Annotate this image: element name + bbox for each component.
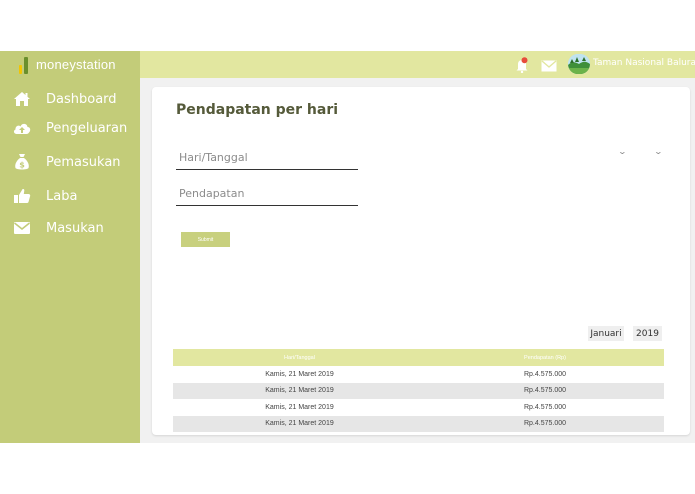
sidebar-item-masukan[interactable]: Masukan: [12, 218, 104, 238]
cell-income: Rp.4.575.000: [426, 415, 664, 432]
svg-text:$: $: [19, 161, 25, 170]
submit-button[interactable]: Submit: [181, 232, 230, 247]
sidebar-item-label: Dashboard: [46, 91, 117, 107]
thumbs-up-icon: [12, 187, 32, 205]
cell-income: Rp.4.575.000: [426, 382, 664, 399]
sidebar-item-label: Laba: [46, 188, 78, 204]
cell-date: Kamis, 21 Maret 2019: [173, 382, 426, 399]
brand-name: moneystation: [36, 57, 116, 72]
brand[interactable]: moneystation: [0, 51, 140, 78]
money-bag-icon: $: [12, 153, 32, 171]
messages-envelope-icon[interactable]: [541, 59, 557, 72]
content-card: Pendapatan per hari Submit ⌄ ⌄ Januari 2…: [152, 87, 690, 435]
chevron-down-icon[interactable]: ⌄: [618, 147, 627, 156]
table-row: Kamis, 21 Maret 2019 Rp.4.575.000: [173, 415, 664, 432]
table-row: Kamis, 21 Maret 2019 Rp.4.575.000: [173, 399, 664, 416]
sidebar-item-label: Masukan: [46, 220, 104, 236]
brand-logo-icon: [19, 56, 33, 74]
cell-date: Kamis, 21 Maret 2019: [173, 399, 426, 416]
user-avatar[interactable]: [568, 54, 590, 74]
sidebar: moneystation Dashboard Pengeluaran $ Pem…: [0, 51, 140, 443]
home-icon: [12, 90, 32, 108]
chevron-down-icon[interactable]: ⌄: [654, 147, 663, 156]
cell-date: Kamis, 21 Maret 2019: [173, 415, 426, 432]
user-name[interactable]: Taman Nasional Baluran: [593, 58, 695, 68]
sidebar-item-dashboard[interactable]: Dashboard: [12, 89, 117, 109]
sidebar-item-pemasukan[interactable]: $ Pemasukan: [12, 152, 121, 172]
table-header-row: Hari/Tanggal Pendapatan (Rp): [173, 349, 664, 366]
income-table: Hari/Tanggal Pendapatan (Rp) Kamis, 21 M…: [173, 349, 664, 432]
app-window: moneystation Dashboard Pengeluaran $ Pem…: [0, 51, 695, 443]
year-select[interactable]: 2019: [633, 326, 662, 341]
sidebar-item-label: Pemasukan: [46, 154, 121, 170]
table-row: Kamis, 21 Maret 2019 Rp.4.575.000: [173, 366, 664, 383]
column-header-income: Pendapatan (Rp): [426, 349, 664, 366]
cell-income: Rp.4.575.000: [426, 366, 664, 383]
cell-date: Kamis, 21 Maret 2019: [173, 366, 426, 383]
income-input[interactable]: [176, 182, 358, 206]
cloud-upload-icon: [12, 119, 32, 137]
table-row: Kamis, 21 Maret 2019 Rp.4.575.000: [173, 382, 664, 399]
envelope-icon: [12, 219, 32, 237]
sidebar-item-pengeluaran[interactable]: Pengeluaran: [12, 118, 127, 138]
column-header-date: Hari/Tanggal: [173, 349, 426, 366]
month-select[interactable]: Januari: [588, 326, 624, 341]
date-input[interactable]: [176, 146, 358, 170]
sidebar-item-label: Pengeluaran: [46, 120, 128, 136]
cell-income: Rp.4.575.000: [426, 399, 664, 416]
sidebar-item-laba[interactable]: Laba: [12, 186, 77, 206]
notification-bell-icon[interactable]: [514, 57, 530, 74]
top-bar: Taman Nasional Baluran: [140, 51, 695, 78]
page-title: Pendapatan per hari: [176, 102, 339, 118]
